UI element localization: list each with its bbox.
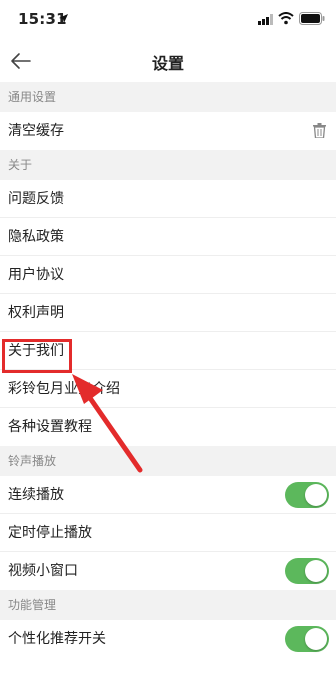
wifi-icon: [278, 12, 294, 25]
continuous-play-toggle[interactable]: [285, 482, 329, 508]
row-label: 用户协议: [8, 267, 64, 283]
row-label: 个性化推荐开关: [8, 631, 106, 647]
row-label: 隐私政策: [8, 229, 64, 245]
video-mini-window-toggle[interactable]: [285, 558, 329, 584]
row-label: 权利声明: [8, 305, 64, 321]
feedback-row[interactable]: 问题反馈: [0, 180, 336, 218]
settings-tutorial-row[interactable]: 各种设置教程: [0, 408, 336, 446]
signal-icon: [258, 14, 273, 25]
page-title: 设置: [151, 54, 184, 73]
video-mini-window-row: 视频小窗口: [0, 552, 336, 590]
user-agreement-row[interactable]: 用户协议: [0, 256, 336, 294]
location-arrow-icon: [59, 14, 68, 23]
row-label: 各种设置教程: [8, 419, 92, 435]
row-label: 清空缓存: [8, 123, 64, 139]
row-label: 视频小窗口: [8, 563, 78, 579]
personalized-recommend-row: 个性化推荐开关: [0, 620, 336, 658]
ringtone-package-row[interactable]: 彩铃包月业务介绍: [0, 370, 336, 408]
row-label: 问题反馈: [8, 191, 64, 207]
row-label: 彩铃包月业务介绍: [8, 381, 120, 397]
annotation-highlight-box: [2, 339, 72, 373]
battery-icon: [299, 12, 325, 25]
rights-statement-row[interactable]: 权利声明: [0, 294, 336, 332]
status-bar: 15:31: [0, 0, 336, 40]
section-header-general: 通用设置: [0, 82, 336, 112]
row-label: 定时停止播放: [8, 525, 92, 541]
privacy-policy-row[interactable]: 隐私政策: [0, 218, 336, 256]
trash-icon[interactable]: [313, 123, 326, 138]
toggle-knob: [305, 484, 327, 506]
continuous-play-row: 连续播放: [0, 476, 336, 514]
row-label: 连续播放: [8, 487, 64, 503]
section-header-features: 功能管理: [0, 590, 336, 620]
personalized-recommend-toggle[interactable]: [285, 626, 329, 652]
section-header-playback: 铃声播放: [0, 446, 336, 476]
section-header-about: 关于: [0, 150, 336, 180]
timed-stop-row[interactable]: 定时停止播放: [0, 514, 336, 552]
clear-cache-row[interactable]: 清空缓存: [0, 112, 336, 150]
navigation-bar: 设置: [0, 40, 336, 82]
toggle-knob: [305, 628, 327, 650]
toggle-knob: [305, 560, 327, 582]
